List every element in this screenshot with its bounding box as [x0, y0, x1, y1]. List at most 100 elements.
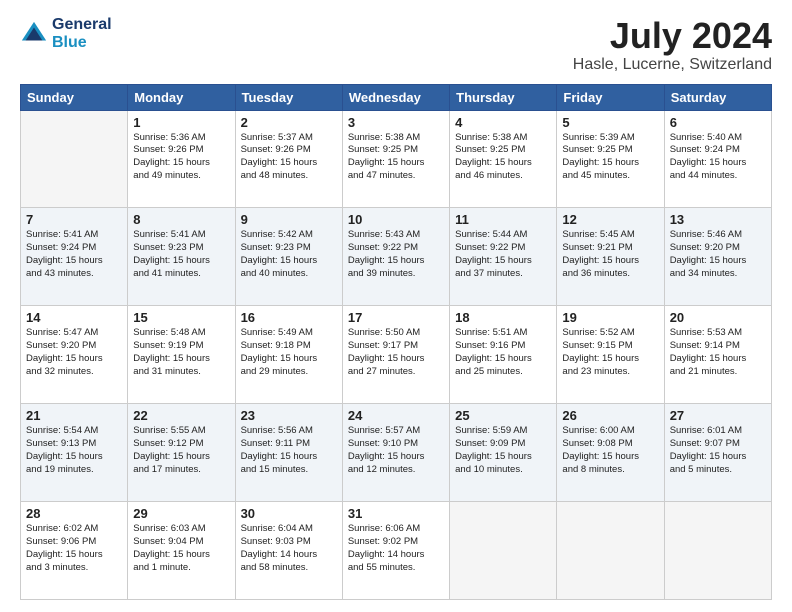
day-number: 17 [348, 310, 444, 325]
day-number: 31 [348, 506, 444, 521]
calendar-header-row: Sunday Monday Tuesday Wednesday Thursday… [21, 84, 772, 110]
col-monday: Monday [128, 84, 235, 110]
day-details: Sunrise: 5:51 AM Sunset: 9:16 PM Dayligh… [455, 327, 551, 378]
table-row: 19 Sunrise: 5:52 AM Sunset: 9:15 PM Dayli… [557, 306, 664, 404]
day-number: 7 [26, 212, 122, 227]
table-row [450, 502, 557, 600]
table-row: 1Sunrise: 5:36 AM Sunset: 9:26 PM Daylig… [128, 110, 235, 208]
table-row: 27 Sunrise: 6:01 AM Sunset: 9:07 PM Dayli… [664, 404, 771, 502]
day-number: 11 [455, 212, 551, 227]
table-row: 20 Sunrise: 5:53 AM Sunset: 9:14 PM Dayli… [664, 306, 771, 404]
day-details: Sunrise: 5:38 AM Sunset: 9:25 PM Dayligh… [348, 132, 444, 183]
logo: General Blue [20, 16, 112, 51]
day-details: Sunrise: 5:42 AM Sunset: 9:23 PM Dayligh… [241, 229, 337, 280]
table-row: 10 Sunrise: 5:43 AM Sunset: 9:22 PM Dayli… [342, 208, 449, 306]
calendar-table: Sunday Monday Tuesday Wednesday Thursday… [20, 84, 772, 600]
table-row: 25 Sunrise: 5:59 AM Sunset: 9:09 PM Dayli… [450, 404, 557, 502]
table-row: 23 Sunrise: 5:56 AM Sunset: 9:11 PM Dayli… [235, 404, 342, 502]
day-details: Sunrise: 5:57 AM Sunset: 9:10 PM Dayligh… [348, 425, 444, 476]
table-row [21, 110, 128, 208]
table-row: 30Sunrise: 6:04 AM Sunset: 9:03 PM Dayli… [235, 502, 342, 600]
calendar-week-row: 21Sunrise: 5:54 AM Sunset: 9:13 PM Dayli… [21, 404, 772, 502]
table-row: 5 Sunrise: 5:39 AM Sunset: 9:25 PM Daylig… [557, 110, 664, 208]
day-details: Sunrise: 5:41 AM Sunset: 9:24 PM Dayligh… [26, 229, 122, 280]
day-number: 19 [562, 310, 658, 325]
day-details: Sunrise: 5:47 AM Sunset: 9:20 PM Dayligh… [26, 327, 122, 378]
table-row: 31 Sunrise: 6:06 AM Sunset: 9:02 PM Dayli… [342, 502, 449, 600]
day-details: Sunrise: 5:53 AM Sunset: 9:14 PM Dayligh… [670, 327, 766, 378]
day-number: 20 [670, 310, 766, 325]
day-number: 2 [241, 115, 337, 130]
day-details: Sunrise: 5:52 AM Sunset: 9:15 PM Dayligh… [562, 327, 658, 378]
day-details: Sunrise: 5:55 AM Sunset: 9:12 PM Dayligh… [133, 425, 229, 476]
table-row: 9Sunrise: 5:42 AM Sunset: 9:23 PM Daylig… [235, 208, 342, 306]
logo-blue: Blue [52, 34, 112, 52]
table-row: 12Sunrise: 5:45 AM Sunset: 9:21 PM Dayli… [557, 208, 664, 306]
calendar-week-row: 14Sunrise: 5:47 AM Sunset: 9:20 PM Dayli… [21, 306, 772, 404]
day-number: 18 [455, 310, 551, 325]
table-row: 2 Sunrise: 5:37 AM Sunset: 9:26 PM Daylig… [235, 110, 342, 208]
day-number: 4 [455, 115, 551, 130]
col-tuesday: Tuesday [235, 84, 342, 110]
day-number: 3 [348, 115, 444, 130]
table-row: 16Sunrise: 5:49 AM Sunset: 9:18 PM Dayli… [235, 306, 342, 404]
day-number: 23 [241, 408, 337, 423]
day-number: 8 [133, 212, 229, 227]
day-details: Sunrise: 5:59 AM Sunset: 9:09 PM Dayligh… [455, 425, 551, 476]
day-number: 1 [133, 115, 229, 130]
day-details: Sunrise: 5:46 AM Sunset: 9:20 PM Dayligh… [670, 229, 766, 280]
table-row: 15Sunrise: 5:48 AM Sunset: 9:19 PM Dayli… [128, 306, 235, 404]
day-details: Sunrise: 5:45 AM Sunset: 9:21 PM Dayligh… [562, 229, 658, 280]
day-number: 21 [26, 408, 122, 423]
table-row: 22 Sunrise: 5:55 AM Sunset: 9:12 PM Dayli… [128, 404, 235, 502]
table-row [557, 502, 664, 600]
day-details: Sunrise: 5:40 AM Sunset: 9:24 PM Dayligh… [670, 132, 766, 183]
day-details: Sunrise: 5:38 AM Sunset: 9:25 PM Dayligh… [455, 132, 551, 183]
table-row: 24Sunrise: 5:57 AM Sunset: 9:10 PM Dayli… [342, 404, 449, 502]
day-number: 13 [670, 212, 766, 227]
col-sunday: Sunday [21, 84, 128, 110]
day-details: Sunrise: 5:41 AM Sunset: 9:23 PM Dayligh… [133, 229, 229, 280]
day-number: 26 [562, 408, 658, 423]
day-number: 27 [670, 408, 766, 423]
table-row: 18 Sunrise: 5:51 AM Sunset: 9:16 PM Dayli… [450, 306, 557, 404]
calendar-week-row: 7 Sunrise: 5:41 AM Sunset: 9:24 PM Daylig… [21, 208, 772, 306]
table-row: 3 Sunrise: 5:38 AM Sunset: 9:25 PM Daylig… [342, 110, 449, 208]
table-row: 21Sunrise: 5:54 AM Sunset: 9:13 PM Dayli… [21, 404, 128, 502]
table-row: 11 Sunrise: 5:44 AM Sunset: 9:22 PM Dayli… [450, 208, 557, 306]
day-details: Sunrise: 6:06 AM Sunset: 9:02 PM Dayligh… [348, 523, 444, 574]
day-details: Sunrise: 6:01 AM Sunset: 9:07 PM Dayligh… [670, 425, 766, 476]
col-saturday: Saturday [664, 84, 771, 110]
day-details: Sunrise: 5:48 AM Sunset: 9:19 PM Dayligh… [133, 327, 229, 378]
logo-general: General [52, 16, 112, 34]
day-details: Sunrise: 5:39 AM Sunset: 9:25 PM Dayligh… [562, 132, 658, 183]
day-number: 22 [133, 408, 229, 423]
table-row: 17Sunrise: 5:50 AM Sunset: 9:17 PM Dayli… [342, 306, 449, 404]
day-details: Sunrise: 6:03 AM Sunset: 9:04 PM Dayligh… [133, 523, 229, 574]
day-details: Sunrise: 5:37 AM Sunset: 9:26 PM Dayligh… [241, 132, 337, 183]
table-row: 7 Sunrise: 5:41 AM Sunset: 9:24 PM Daylig… [21, 208, 128, 306]
table-row: 29Sunrise: 6:03 AM Sunset: 9:04 PM Dayli… [128, 502, 235, 600]
day-number: 25 [455, 408, 551, 423]
table-row: 13 Sunrise: 5:46 AM Sunset: 9:20 PM Dayli… [664, 208, 771, 306]
table-row: 6 Sunrise: 5:40 AM Sunset: 9:24 PM Daylig… [664, 110, 771, 208]
logo-icon [20, 20, 48, 48]
day-number: 5 [562, 115, 658, 130]
day-details: Sunrise: 6:02 AM Sunset: 9:06 PM Dayligh… [26, 523, 122, 574]
day-number: 6 [670, 115, 766, 130]
table-row: 26 Sunrise: 6:00 AM Sunset: 9:08 PM Dayli… [557, 404, 664, 502]
table-row [664, 502, 771, 600]
calendar-week-row: 1Sunrise: 5:36 AM Sunset: 9:26 PM Daylig… [21, 110, 772, 208]
title-section: July 2024 Hasle, Lucerne, Switzerland [573, 16, 772, 74]
table-row: 14Sunrise: 5:47 AM Sunset: 9:20 PM Dayli… [21, 306, 128, 404]
col-wednesday: Wednesday [342, 84, 449, 110]
day-details: Sunrise: 5:43 AM Sunset: 9:22 PM Dayligh… [348, 229, 444, 280]
day-details: Sunrise: 5:49 AM Sunset: 9:18 PM Dayligh… [241, 327, 337, 378]
day-number: 30 [241, 506, 337, 521]
table-row: 8 Sunrise: 5:41 AM Sunset: 9:23 PM Daylig… [128, 208, 235, 306]
col-thursday: Thursday [450, 84, 557, 110]
day-number: 10 [348, 212, 444, 227]
day-details: Sunrise: 6:00 AM Sunset: 9:08 PM Dayligh… [562, 425, 658, 476]
day-details: Sunrise: 5:56 AM Sunset: 9:11 PM Dayligh… [241, 425, 337, 476]
day-details: Sunrise: 5:44 AM Sunset: 9:22 PM Dayligh… [455, 229, 551, 280]
